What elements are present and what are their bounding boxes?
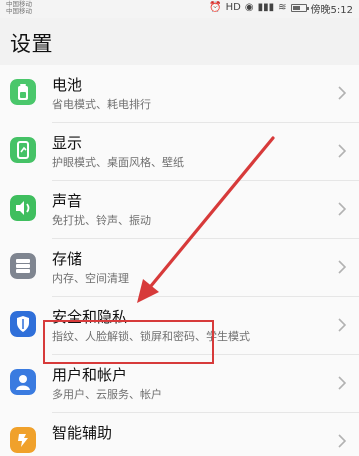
battery-icon <box>10 79 36 105</box>
chevron-right-icon <box>335 85 349 100</box>
shield-icon <box>10 311 36 337</box>
status-icons: ⏰ HD ◉ ▮▮▮ ≋ 傍晚5:12 <box>209 1 353 16</box>
settings-item-battery[interactable]: 电池 省电模式、耗电排行 <box>0 65 359 123</box>
carrier-info: 中国移动 中国移动 <box>6 1 32 15</box>
signal-icon: ▮▮▮ <box>257 2 275 13</box>
settings-item-subtitle: 护眼模式、桌面风格、壁纸 <box>52 156 184 169</box>
chevron-right-icon <box>335 375 349 390</box>
settings-item-subtitle: 省电模式、耗电排行 <box>52 98 151 111</box>
assist-icon <box>10 427 36 453</box>
storage-icon <box>10 253 36 279</box>
status-bar: 中国移动 中国移动 ⏰ HD ◉ ▮▮▮ ≋ 傍晚5:12 <box>0 0 359 18</box>
settings-item-smart-assist[interactable]: 智能辅助 <box>0 413 359 456</box>
settings-item-subtitle: 多用户、云服务、帐户 <box>52 388 162 401</box>
settings-item-title: 声音 <box>52 192 83 210</box>
user-icon <box>10 369 36 395</box>
settings-item-title: 电池 <box>52 76 83 94</box>
chevron-right-icon <box>335 143 349 158</box>
chevron-right-icon <box>335 317 349 332</box>
carrier-line-2: 中国移动 <box>6 7 32 15</box>
settings-item-storage[interactable]: 存储 内存、空间清理 <box>0 239 359 297</box>
settings-item-subtitle: 内存、空间清理 <box>52 272 129 285</box>
settings-list: 电池 省电模式、耗电排行 显示 护眼模式、桌面风格、壁纸 声音 免打扰、铃声、振… <box>0 65 359 456</box>
settings-item-title: 存储 <box>52 250 83 268</box>
chevron-right-icon <box>335 259 349 274</box>
hd-badge: HD <box>225 2 241 13</box>
settings-item-subtitle: 免打扰、铃声、振动 <box>52 214 151 227</box>
chevron-right-icon <box>335 433 349 448</box>
battery-fill <box>292 6 301 10</box>
settings-item-title: 用户和帐户 <box>52 366 128 384</box>
alarm-icon: ⏰ <box>209 2 222 13</box>
display-icon <box>10 137 36 163</box>
eye-icon: ◉ <box>244 2 254 13</box>
status-time: 傍晚5:12 <box>310 4 353 16</box>
page-title: 设置 <box>10 32 53 56</box>
sound-icon <box>10 195 36 221</box>
settings-item-title: 显示 <box>52 134 83 152</box>
battery-icon <box>290 4 309 12</box>
settings-item-display[interactable]: 显示 护眼模式、桌面风格、壁纸 <box>0 123 359 181</box>
settings-item-sound[interactable]: 声音 免打扰、铃声、振动 <box>0 181 359 239</box>
wifi-icon: ≋ <box>278 2 287 13</box>
settings-item-title: 智能辅助 <box>52 424 113 442</box>
annotation-highlight-box <box>43 320 214 364</box>
chevron-right-icon <box>335 201 349 216</box>
